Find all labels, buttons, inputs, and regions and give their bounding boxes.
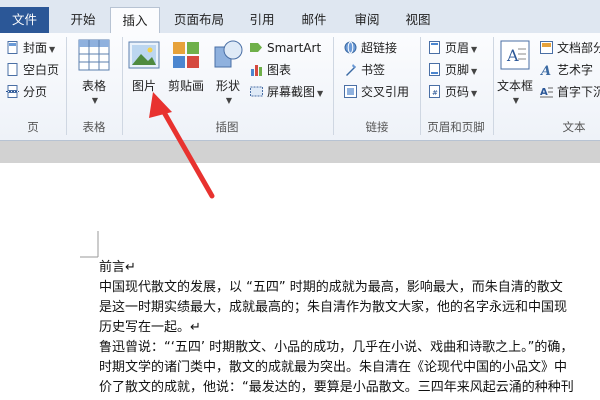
tab-view[interactable]: 视图: [396, 8, 440, 32]
chevron-down-icon: ▼: [471, 89, 478, 98]
screenshot-label: 屏幕截图: [267, 85, 316, 99]
cover-page-icon: [7, 41, 18, 54]
ribbon-tab-bar: 文件 开始 插入 页面布局 引用 邮件 审阅 视图: [0, 0, 600, 34]
document-line: 是这一时期实绩最大，成就最高的；朱自清作为散文大家，他的名字永远和中国现: [99, 300, 568, 315]
cover-page-button[interactable]: 封面 ▼: [6, 39, 55, 57]
table-label: 表格: [81, 79, 106, 93]
page-break-button[interactable]: 分页: [6, 83, 47, 101]
bookmark-label: 书签: [361, 63, 386, 77]
group-label-pages: 页: [27, 120, 39, 134]
shapes-icon: [214, 40, 243, 68]
header-button[interactable]: 页眉 ▼: [428, 39, 477, 57]
document-line: 时期文学的诸门类中，散文的成就最为突出。朱自清在《论现代中国的小品文》中: [99, 360, 568, 375]
page-number-label: 页码: [445, 85, 470, 99]
chart-label: 图表: [267, 63, 292, 77]
group-label-tables: 表格: [82, 120, 106, 134]
table-button[interactable]: 表格 ▼: [72, 39, 116, 105]
document-page[interactable]: 前言↵ 中国现代散文的发展，以 “五四” 时期的成就为最高，影响最大，而朱自清的…: [0, 163, 600, 400]
group-label-illustrations: 插图: [215, 120, 239, 134]
quick-parts-button[interactable]: 文档部分: [540, 39, 600, 57]
picture-label: 图片: [131, 79, 156, 93]
tab-references[interactable]: 引用: [240, 8, 284, 32]
group-label-links: 链接: [365, 120, 389, 134]
document-line: 中国现代散文的发展，以 “五四” 时期的成就为最高，影响最大，而朱自清的散文: [99, 280, 563, 295]
tab-home[interactable]: 开始: [58, 8, 108, 32]
tab-insert[interactable]: 插入: [110, 7, 160, 34]
text-box-icon: A: [500, 40, 530, 70]
footer-button[interactable]: 页脚 ▼: [428, 61, 477, 79]
picture-icon: [128, 41, 160, 69]
svg-text:A: A: [540, 87, 548, 98]
cover-page-label: 封面: [23, 41, 48, 55]
chart-button[interactable]: 图表: [250, 61, 291, 79]
screenshot-icon: [250, 86, 263, 97]
document-line: 历史写在一起。↵: [99, 320, 201, 335]
drop-cap-label: 首字下沉: [557, 85, 600, 99]
chevron-down-icon: ▼: [471, 67, 478, 76]
header-label: 页眉: [445, 41, 470, 55]
footer-label: 页脚: [445, 63, 470, 77]
cross-reference-label: 交叉引用: [361, 85, 410, 99]
cross-reference-button[interactable]: 交叉引用: [344, 83, 409, 101]
wordart-icon: A: [540, 64, 551, 76]
wordart-button[interactable]: A 艺术字: [540, 61, 593, 79]
ruler-strip: [0, 141, 600, 163]
chevron-down-icon: ▼: [49, 45, 56, 54]
clip-art-icon: [173, 42, 199, 68]
hyperlink-button[interactable]: 超链接: [344, 39, 397, 57]
clip-art-label: 剪贴画: [167, 79, 204, 93]
page-break-icon: [6, 85, 19, 98]
chevron-down-icon: ▼: [317, 89, 324, 98]
margin-corner-mark: [80, 231, 99, 258]
quick-parts-icon: [540, 41, 553, 54]
blank-page-label: 空白页: [23, 63, 60, 77]
shapes-button[interactable]: 形状 ▼: [210, 39, 246, 105]
drop-cap-icon: A: [540, 87, 553, 98]
smartart-label: SmartArt: [267, 41, 322, 55]
svg-text:A: A: [506, 46, 519, 65]
chevron-down-icon: ▼: [471, 45, 478, 54]
bookmark-button[interactable]: 书签: [344, 61, 385, 79]
smartart-icon: [250, 43, 262, 52]
chart-icon: [251, 65, 262, 76]
blank-page-button[interactable]: 空白页: [6, 61, 59, 79]
blank-page-icon: [7, 63, 18, 76]
tab-mailings[interactable]: 邮件: [292, 8, 336, 32]
text-box-button[interactable]: A 文本框 ▼: [496, 39, 534, 105]
chevron-down-icon: ▼: [512, 96, 520, 105]
page-number-icon: #: [429, 85, 440, 98]
insert-picture-button[interactable]: 图片: [126, 39, 162, 94]
header-icon: [429, 41, 440, 54]
drop-cap-button[interactable]: A 首字下沉: [540, 83, 600, 101]
smartart-button[interactable]: SmartArt: [250, 39, 321, 57]
chevron-down-icon: ▼: [225, 96, 233, 105]
hyperlink-icon: [344, 41, 357, 54]
table-icon: [78, 39, 110, 71]
text-box-label: 文本框: [496, 79, 533, 93]
page-break-label: 分页: [23, 85, 48, 99]
document-line: 鲁迅曾说：“‘五四’ 时期散文、小品的成功，几乎在小说、戏曲和诗歌之上。”的确，: [99, 340, 574, 355]
quick-parts-label: 文档部分: [557, 41, 600, 55]
clip-art-button[interactable]: 剪贴画: [164, 39, 208, 94]
document-line: 前言↵: [99, 260, 136, 275]
group-label-header-footer: 页眉和页脚: [427, 120, 485, 134]
shapes-label: 形状: [215, 79, 240, 93]
cross-reference-icon: [344, 85, 357, 98]
chevron-down-icon: ▼: [91, 96, 99, 105]
screenshot-button[interactable]: 屏幕截图 ▼: [250, 83, 323, 101]
page-number-button[interactable]: # 页码 ▼: [428, 83, 477, 101]
tab-review[interactable]: 审阅: [345, 8, 389, 32]
tab-file[interactable]: 文件: [0, 7, 49, 33]
tab-page-layout[interactable]: 页面布局: [164, 8, 234, 32]
bookmark-icon: [346, 64, 356, 76]
wordart-label: 艺术字: [557, 63, 594, 77]
document-line: 价了散文的成就，他说：“最发达的，要算是小品散文。三四年来风起云涌的种种刊: [99, 380, 574, 395]
group-label-text: 文本: [562, 120, 586, 134]
hyperlink-label: 超链接: [361, 41, 398, 55]
svg-text:A: A: [540, 64, 551, 76]
svg-text:#: #: [432, 89, 438, 97]
ribbon-insert: 封面 ▼ 空白页 分页 页 表格 ▼ 表格 图片 剪贴画 形状 ▼ SmartA…: [0, 33, 600, 141]
footer-icon: [429, 63, 440, 76]
